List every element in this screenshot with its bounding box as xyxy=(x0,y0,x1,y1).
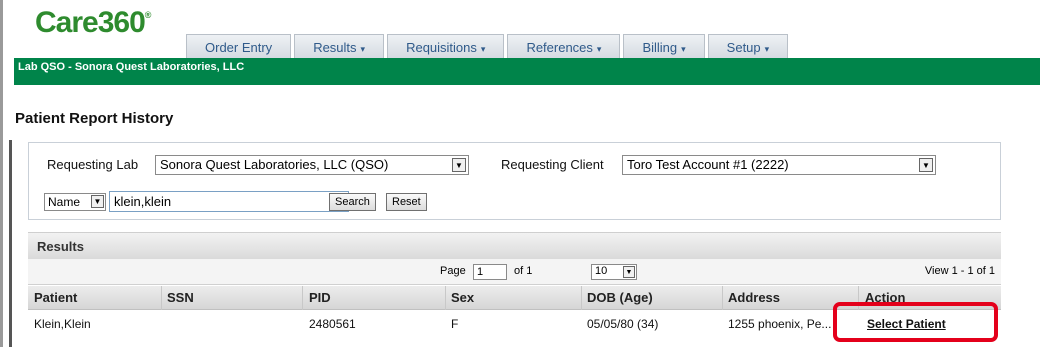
results-pager: Page of 1 10 ▼ View 1 - 1 of 1 xyxy=(28,259,1001,285)
search-button[interactable]: Search xyxy=(329,193,376,211)
chevron-down-icon: ▾ xyxy=(596,44,602,54)
column-divider xyxy=(581,286,582,310)
requesting-lab-select[interactable]: Sonora Quest Laboratories, LLC (QSO) ▼ xyxy=(155,155,469,175)
main-nav-tabs: Order Entry Results ▾ Requisitions ▾ Refer… xyxy=(186,34,791,58)
chevron-down-icon: ▾ xyxy=(480,44,486,54)
dropdown-arrow-icon: ▼ xyxy=(919,158,933,172)
column-header-dob[interactable]: DOB (Age) xyxy=(587,290,653,310)
column-header-address[interactable]: Address xyxy=(728,290,780,310)
tab-setup[interactable]: Setup ▾ xyxy=(707,34,789,58)
patient-search-input[interactable] xyxy=(109,191,349,212)
tab-requisitions[interactable]: Requisitions ▾ xyxy=(387,34,505,58)
rows-per-page-value: 10 xyxy=(595,265,608,277)
callout-highlight-box xyxy=(833,302,998,342)
rows-per-page-select[interactable]: 10 ▼ xyxy=(591,264,637,280)
left-frame-edge xyxy=(9,140,12,347)
results-heading: Results xyxy=(37,239,84,254)
requesting-lab-value: Sonora Quest Laboratories, LLC (QSO) xyxy=(160,157,389,172)
column-header-sex[interactable]: Sex xyxy=(451,290,474,310)
tab-results[interactable]: Results ▾ xyxy=(294,34,385,58)
requesting-lab-label: Requesting Lab xyxy=(47,157,139,172)
cell-sex: F xyxy=(451,317,459,331)
cell-patient: Klein,Klein xyxy=(34,317,91,331)
page-title: Patient Report History xyxy=(15,110,174,127)
cell-dob: 05/05/80 (34) xyxy=(587,317,659,331)
search-panel: Requesting Lab Sonora Quest Laboratories… xyxy=(28,142,1001,220)
column-header-patient[interactable]: Patient xyxy=(34,290,77,310)
column-header-pid[interactable]: PID xyxy=(309,290,331,310)
dropdown-arrow-icon: ▼ xyxy=(623,266,635,278)
requesting-client-select[interactable]: Toro Test Account #1 (2222) ▼ xyxy=(622,155,936,175)
left-window-edge xyxy=(0,0,3,347)
chevron-down-icon: ▾ xyxy=(360,44,366,54)
tab-order-entry[interactable]: Order Entry xyxy=(186,34,292,58)
dropdown-arrow-icon: ▼ xyxy=(452,158,466,172)
column-header-ssn[interactable]: SSN xyxy=(167,290,194,310)
dropdown-arrow-icon: ▼ xyxy=(91,195,104,208)
reset-button[interactable]: Reset xyxy=(386,193,427,211)
requesting-client-value: Toro Test Account #1 (2222) xyxy=(627,157,789,172)
column-divider xyxy=(722,286,723,310)
care360-logo: Care360® xyxy=(35,6,151,39)
chevron-down-icon: ▾ xyxy=(681,44,686,54)
cell-pid: 2480561 xyxy=(309,317,356,331)
view-range-label: View 1 - 1 of 1 xyxy=(924,265,995,277)
tab-references[interactable]: References ▾ xyxy=(507,34,621,58)
org-context-bar: Lab QSO - Sonora Quest Laboratories, LLC xyxy=(14,58,1040,85)
requesting-client-label: Requesting Client xyxy=(501,157,604,172)
search-field-type-select[interactable]: Name ▼ xyxy=(44,193,106,211)
page-number-input[interactable] xyxy=(473,264,507,280)
results-header: Results xyxy=(28,232,1001,259)
column-divider xyxy=(445,286,446,310)
org-context-label: Lab QSO - Sonora Quest Laboratories, LLC xyxy=(18,61,245,73)
column-divider xyxy=(302,286,303,310)
column-divider xyxy=(161,286,162,310)
chevron-down-icon: ▾ xyxy=(764,44,770,54)
search-field-type-value: Name xyxy=(48,195,81,209)
page-label: Page xyxy=(440,265,466,277)
tab-billing[interactable]: Billing ▾ xyxy=(623,34,705,58)
page-count-label: of 1 xyxy=(514,265,533,277)
